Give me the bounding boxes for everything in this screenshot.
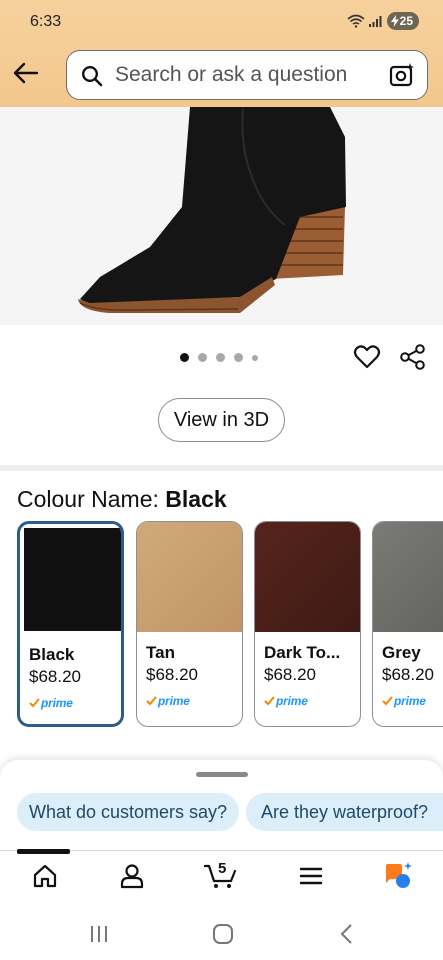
prime-badge: prime xyxy=(29,696,73,710)
status-time: 6:33 xyxy=(30,13,62,30)
swatch-name: Tan xyxy=(146,643,175,662)
home-system-button[interactable] xyxy=(211,922,235,946)
wifi-icon xyxy=(347,14,365,28)
status-bar: 6:33 25 xyxy=(0,0,443,46)
share-icon[interactable] xyxy=(399,343,427,371)
product-image[interactable] xyxy=(0,107,443,325)
swatch-image xyxy=(137,522,242,632)
header: 6:33 25 Search or ask a question xyxy=(0,0,443,107)
prime-badge: prime xyxy=(382,694,426,708)
sheet-drag-handle[interactable] xyxy=(196,772,248,777)
nav-menu[interactable] xyxy=(296,861,326,891)
back-chevron-icon xyxy=(340,924,352,944)
colour-selected-value: Black xyxy=(165,486,227,512)
pagination-dot xyxy=(252,354,258,361)
pagination-dot xyxy=(234,353,243,362)
section-divider xyxy=(0,465,443,471)
swatch-image xyxy=(24,528,121,631)
home-circle-icon xyxy=(213,924,233,944)
back-button[interactable] xyxy=(10,57,42,89)
swatch-name: Grey xyxy=(382,643,421,662)
nav-account[interactable] xyxy=(117,861,147,891)
nav-rufus[interactable] xyxy=(383,861,413,891)
nav-home[interactable] xyxy=(30,861,60,891)
image-pagination[interactable] xyxy=(180,353,258,362)
prime-label: prime xyxy=(158,694,190,708)
prime-badge: prime xyxy=(146,694,190,708)
prime-label: prime xyxy=(276,694,308,708)
menu-icon xyxy=(299,867,323,885)
product-page: 6:33 25 Search or ask a question View in… xyxy=(0,0,443,960)
cart-count-badge: 5 xyxy=(218,860,227,877)
recent-apps-button[interactable] xyxy=(87,922,111,946)
pagination-dot xyxy=(216,353,225,362)
swatch-name: Black xyxy=(29,645,75,664)
swatch-image xyxy=(373,522,443,632)
prime-badge: prime xyxy=(264,694,308,708)
colour-option-tan[interactable]: Tan $68.20 prime xyxy=(136,521,243,727)
battery-indicator: 25 xyxy=(386,12,419,30)
prime-check-icon xyxy=(29,698,40,708)
prime-label: prime xyxy=(394,694,426,708)
active-tab-indicator xyxy=(17,849,70,854)
colour-name-label: Colour Name: Black xyxy=(17,486,227,513)
swatch-price: $68.20 xyxy=(264,665,316,684)
prime-check-icon xyxy=(146,696,157,706)
rufus-icon xyxy=(386,862,412,888)
pagination-dot xyxy=(198,353,207,362)
account-icon xyxy=(120,864,144,889)
colour-option-dark-tobacco[interactable]: Dark To... $68.20 prime xyxy=(254,521,361,727)
prime-check-icon xyxy=(382,696,393,706)
battery-level: 25 xyxy=(399,14,413,28)
home-icon xyxy=(33,864,57,888)
status-icons: 25 xyxy=(347,12,419,30)
boot-image xyxy=(78,107,346,313)
colour-option-black[interactable]: Black $68.20 prime xyxy=(17,521,124,727)
swatch-name: Dark To... xyxy=(264,643,341,662)
camera-search-icon[interactable] xyxy=(389,62,415,88)
recent-apps-icon xyxy=(91,926,107,942)
search-input[interactable]: Search or ask a question xyxy=(66,50,428,100)
signal-icon xyxy=(368,16,382,27)
swatch-image xyxy=(255,522,360,632)
swatch-price: $68.20 xyxy=(382,665,434,684)
swatch-price: $68.20 xyxy=(29,667,81,686)
search-placeholder: Search or ask a question xyxy=(115,63,348,86)
prime-check-icon xyxy=(264,696,275,706)
search-icon xyxy=(81,65,103,87)
swatch-price: $68.20 xyxy=(146,665,198,684)
wishlist-heart-icon[interactable] xyxy=(353,343,381,371)
view-in-3d-button[interactable]: View in 3D xyxy=(158,398,285,442)
back-system-button[interactable] xyxy=(335,922,359,946)
charging-icon xyxy=(390,15,399,27)
colour-option-grey[interactable]: Grey $68.20 prime xyxy=(372,521,443,727)
suggestion-chip-customers[interactable]: What do customers say? xyxy=(17,793,239,831)
colour-label-prefix: Colour Name: xyxy=(17,486,166,512)
back-arrow-icon xyxy=(13,62,39,84)
suggestion-chip-waterproof[interactable]: Are they waterproof? xyxy=(246,793,443,831)
prime-label: prime xyxy=(41,696,73,710)
pagination-dot-active xyxy=(180,353,189,362)
